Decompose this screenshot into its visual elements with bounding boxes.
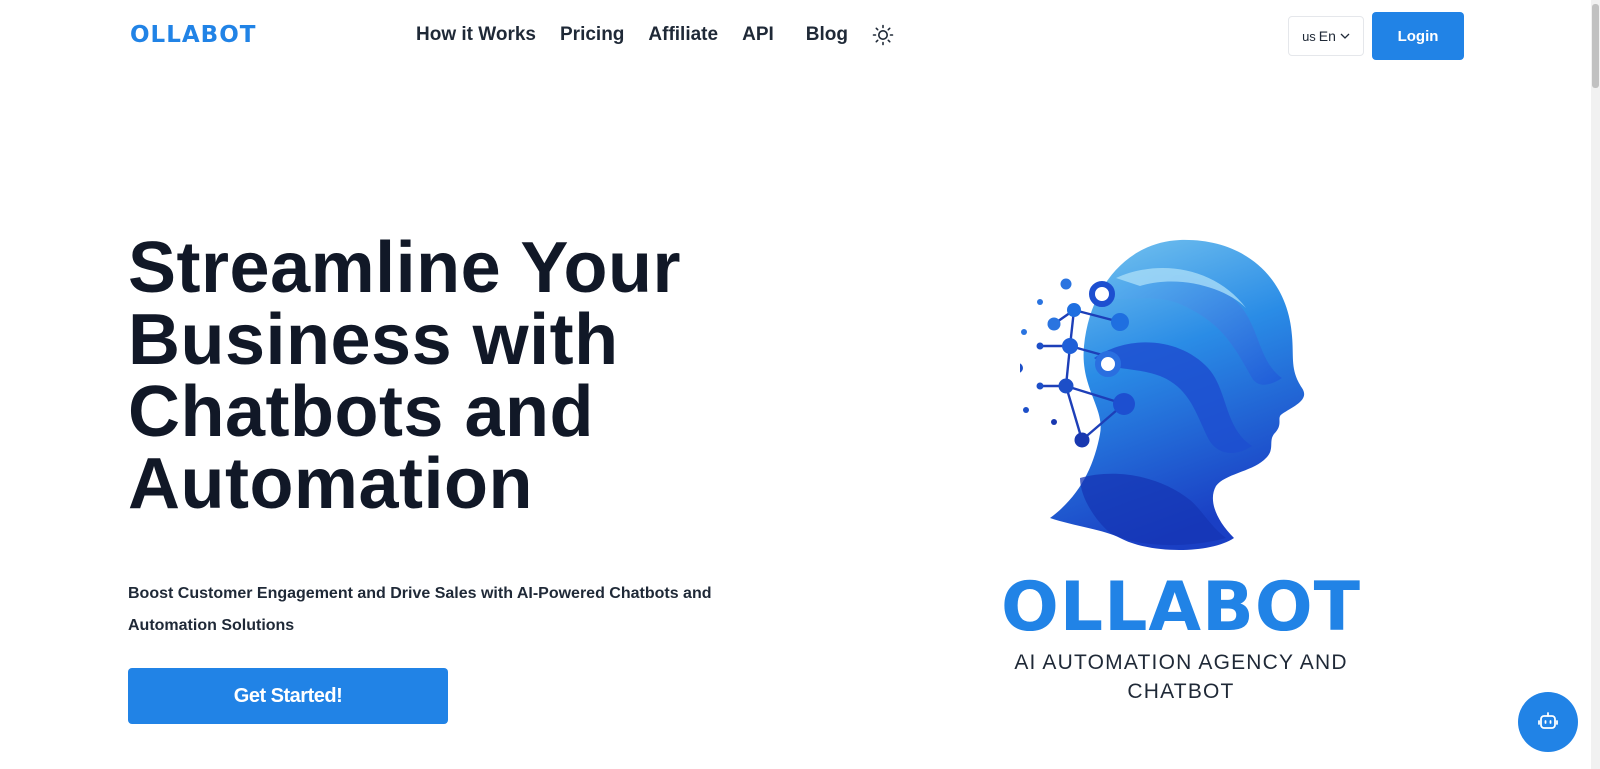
chat-widget-button[interactable] <box>1518 692 1578 752</box>
brand-tagline: AI AUTOMATION AGENCY AND CHATBOT <box>1000 648 1362 706</box>
hero-title-line: Streamline Your <box>128 228 682 308</box>
nav-how-it-works[interactable]: How it Works <box>416 22 536 48</box>
scrollbar-thumb[interactable] <box>1592 4 1599 88</box>
get-started-button[interactable]: Get Started! <box>128 668 448 724</box>
hero-subtitle-line: Boost Customer Engagement and Drive Sale… <box>128 585 712 602</box>
hero-title-line: Business with <box>128 300 619 380</box>
nav-pricing[interactable]: Pricing <box>560 22 624 48</box>
nav-blog[interactable]: Blog <box>806 22 848 48</box>
login-button[interactable]: Login <box>1372 12 1464 60</box>
brand-wordmark: OLLABOT <box>1000 568 1362 647</box>
page-scrollbar[interactable] <box>1591 0 1600 769</box>
hero-title-line: Chatbots and <box>128 372 594 452</box>
hero-title-line: Automation <box>128 444 533 524</box>
site-logo[interactable]: OLLABOT <box>130 22 256 48</box>
brand-tagline-line: AI AUTOMATION AGENCY AND <box>1014 651 1348 674</box>
chevron-down-icon <box>1340 33 1350 39</box>
language-label: En <box>1318 28 1336 44</box>
brand-tagline-line: CHATBOT <box>1127 680 1235 703</box>
flag-code: us <box>1302 28 1316 44</box>
main-nav: How it Works Pricing Affiliate API Blog <box>416 22 894 48</box>
hero-subtitle-line: Automation Solutions <box>128 617 295 634</box>
hero-title: Streamline Your Business with Chatbots a… <box>128 232 768 520</box>
sun-icon[interactable] <box>872 24 894 46</box>
language-selector[interactable]: us En <box>1288 16 1364 56</box>
robot-icon <box>1538 712 1558 729</box>
hero-subtitle: Boost Customer Engagement and Drive Sale… <box>128 578 748 642</box>
page: OLLABOT How it Works Pricing Affiliate A… <box>0 0 1600 769</box>
nav-api[interactable]: API <box>742 22 774 48</box>
nav-affiliate[interactable]: Affiliate <box>648 22 718 48</box>
ai-head-network-icon <box>1020 239 1305 551</box>
